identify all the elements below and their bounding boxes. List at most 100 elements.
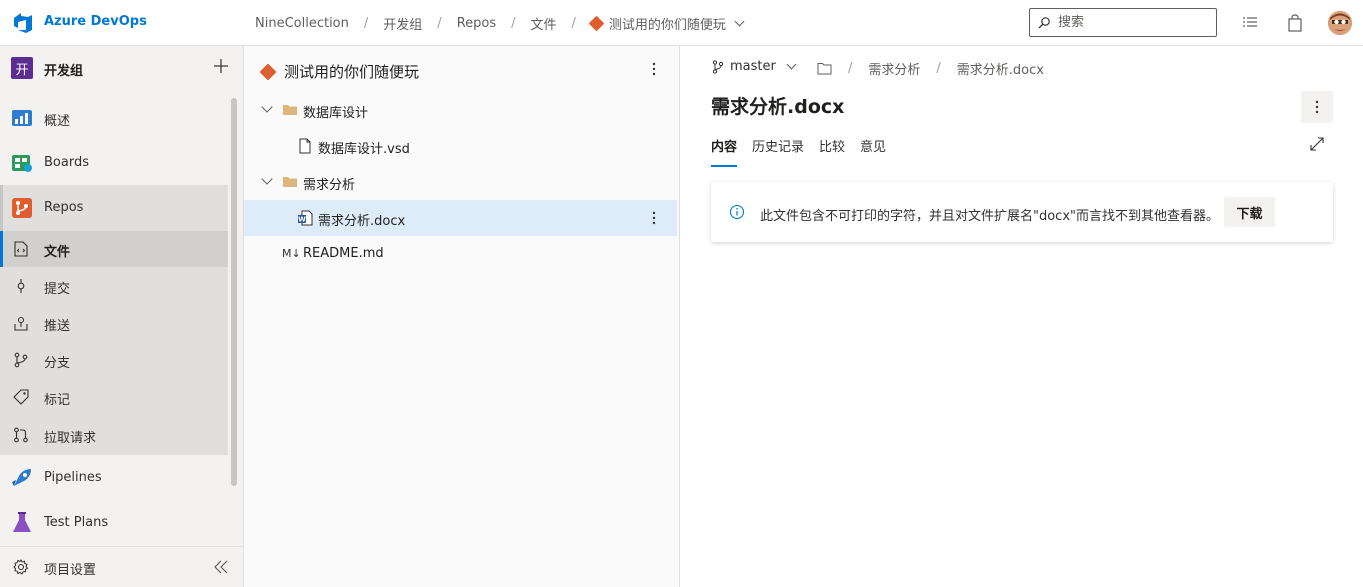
tree-row-label: 需求分析.docx <box>318 214 406 229</box>
breadcrumb-project[interactable]: 开发组 <box>383 14 422 33</box>
commit-icon <box>17 279 25 293</box>
user-avatar[interactable] <box>1328 11 1352 35</box>
sidebar-item-label: 文件 <box>44 245 71 260</box>
brand-name[interactable]: Azure DevOps <box>44 14 147 29</box>
search-icon <box>1038 16 1050 28</box>
project-name: 开发组 <box>44 64 84 79</box>
sidebar-item-commits[interactable]: 提交 <box>0 268 228 305</box>
project-header[interactable]: 开 开发组 <box>0 46 244 90</box>
tree-row-label: 数据库设计.vsd <box>318 142 410 157</box>
sidebar-scrollbar[interactable] <box>231 98 237 486</box>
sidebar-item-label: 提交 <box>44 282 71 297</box>
git-repo-icon <box>588 15 605 32</box>
breadcrumb-files[interactable]: 文件 <box>531 14 557 33</box>
repo-title: 测试用的你们随便玩 <box>259 61 420 82</box>
branch-icon <box>14 352 28 368</box>
sidebar-item-label: Repos <box>44 200 84 215</box>
tab-compare[interactable]: 比较 <box>819 136 845 167</box>
path-file[interactable]: 需求分析.docx <box>957 59 1044 78</box>
sidebar-footer: 项目设置 <box>0 546 244 587</box>
azure-devops-logo-icon[interactable] <box>12 12 34 34</box>
pull-request-icon <box>14 427 28 443</box>
search-input[interactable] <box>1058 15 1198 30</box>
markdown-icon: M↓ <box>282 247 301 260</box>
task-list-icon[interactable] <box>1241 14 1259 32</box>
sidebar-item-test-plans[interactable]: Test Plans <box>0 501 228 545</box>
sidebar-item-branches[interactable]: 分支 <box>0 342 228 379</box>
avatar-face-icon <box>1328 11 1352 35</box>
fullscreen-icon[interactable] <box>1309 136 1325 152</box>
sidebar-item-label: 标记 <box>44 393 71 408</box>
download-button[interactable]: 下载 <box>1224 197 1275 227</box>
more-options-icon <box>1315 100 1319 114</box>
tree-row-file[interactable]: 数据库设计.vsd <box>244 128 677 164</box>
shopping-bag-icon[interactable] <box>1286 14 1304 32</box>
plus-icon[interactable] <box>212 57 230 75</box>
branch-name: master <box>730 59 776 74</box>
tree-row-label: 需求分析 <box>303 178 356 193</box>
tree-row-label: 数据库设计 <box>303 106 369 121</box>
tab-comments[interactable]: 意见 <box>860 136 886 167</box>
breadcrumb-separator: / <box>437 16 442 31</box>
folder-icon <box>283 177 297 187</box>
breadcrumb: NineCollection / 开发组 / Repos / 文件 / 测试用的… <box>255 14 745 33</box>
sidebar-item-project-settings[interactable]: 项目设置 <box>0 547 228 587</box>
folder-outline-icon[interactable] <box>817 62 832 75</box>
tree-row-file[interactable]: M↓ README.md <box>244 236 677 272</box>
files-icon <box>14 241 28 257</box>
boards-icon <box>12 155 32 172</box>
top-bar: Azure DevOps NineCollection / 开发组 / Repo… <box>0 0 1363 46</box>
path-separator: / <box>848 61 853 76</box>
file-tabs: 内容 历史记录 比较 意见 <box>711 136 901 167</box>
sidebar-item-label: Boards <box>44 155 89 170</box>
sidebar-item-pull-requests[interactable]: 拉取请求 <box>0 416 228 455</box>
branch-icon <box>712 59 724 74</box>
path-separator: / <box>936 61 941 76</box>
tree-row-label: README.md <box>303 246 384 261</box>
pipelines-icon <box>12 469 31 486</box>
chevron-down-icon[interactable] <box>261 173 273 185</box>
sidebar-item-files[interactable]: 文件 <box>0 231 228 267</box>
sidebar-item-boards[interactable]: Boards <box>0 141 228 185</box>
sidebar-item-overview[interactable]: 概述 <box>0 96 228 140</box>
sidebar-item-tags[interactable]: 标记 <box>0 379 228 416</box>
repo-title-text: 测试用的你们随便玩 <box>284 63 420 81</box>
file-icon <box>299 138 311 154</box>
sidebar-item-pipelines[interactable]: Pipelines <box>0 456 228 500</box>
more-options-icon[interactable] <box>652 211 656 225</box>
breadcrumb-separator: / <box>571 16 576 31</box>
sidebar-item-repos[interactable]: Repos <box>0 186 228 231</box>
sidebar-item-label: 拉取请求 <box>44 431 97 446</box>
breadcrumb-separator: / <box>511 16 516 31</box>
info-icon <box>729 204 745 220</box>
tab-contents[interactable]: 内容 <box>711 136 738 167</box>
more-options-icon[interactable] <box>652 62 656 76</box>
tag-icon <box>13 389 29 405</box>
tab-history[interactable]: 历史记录 <box>752 136 804 167</box>
breadcrumb-repos[interactable]: Repos <box>457 16 496 31</box>
overview-icon <box>12 110 32 126</box>
breadcrumb-org[interactable]: NineCollection <box>255 16 349 31</box>
file-content-pane: master / 需求分析 / 需求分析.docx 需求分析.docx 内容 历… <box>680 46 1363 587</box>
tree-row-folder[interactable]: 需求分析 <box>244 164 677 200</box>
chevron-down-icon[interactable] <box>261 101 273 113</box>
sidebar-item-label: Test Plans <box>44 515 109 530</box>
chevron-down-icon <box>734 16 745 27</box>
breadcrumb-repo-selector[interactable]: 测试用的你们随便玩 <box>588 14 745 33</box>
breadcrumb-separator: / <box>363 16 369 31</box>
search-box[interactable] <box>1029 8 1217 37</box>
tree-row-selected-file[interactable]: W 需求分析.docx <box>244 200 677 236</box>
folder-icon <box>283 105 297 115</box>
collapse-sidebar-icon[interactable] <box>212 559 230 575</box>
sidebar-item-label: Pipelines <box>44 470 102 485</box>
repos-icon <box>12 198 32 218</box>
tree-row-folder[interactable]: 数据库设计 <box>244 92 677 128</box>
sidebar-item-label: 推送 <box>44 319 71 334</box>
info-message-card: 此文件包含不可打印的字符，并且对文件扩展名"docx"而言找不到其他查看器。 下… <box>711 182 1333 242</box>
sidebar-item-pushes[interactable]: 推送 <box>0 305 228 342</box>
more-actions-button[interactable] <box>1301 91 1333 123</box>
branch-selector[interactable]: master <box>712 59 797 74</box>
path-folder[interactable]: 需求分析 <box>868 59 920 78</box>
sidebar-item-label: 概述 <box>44 114 71 129</box>
svg-text:W: W <box>298 216 306 224</box>
